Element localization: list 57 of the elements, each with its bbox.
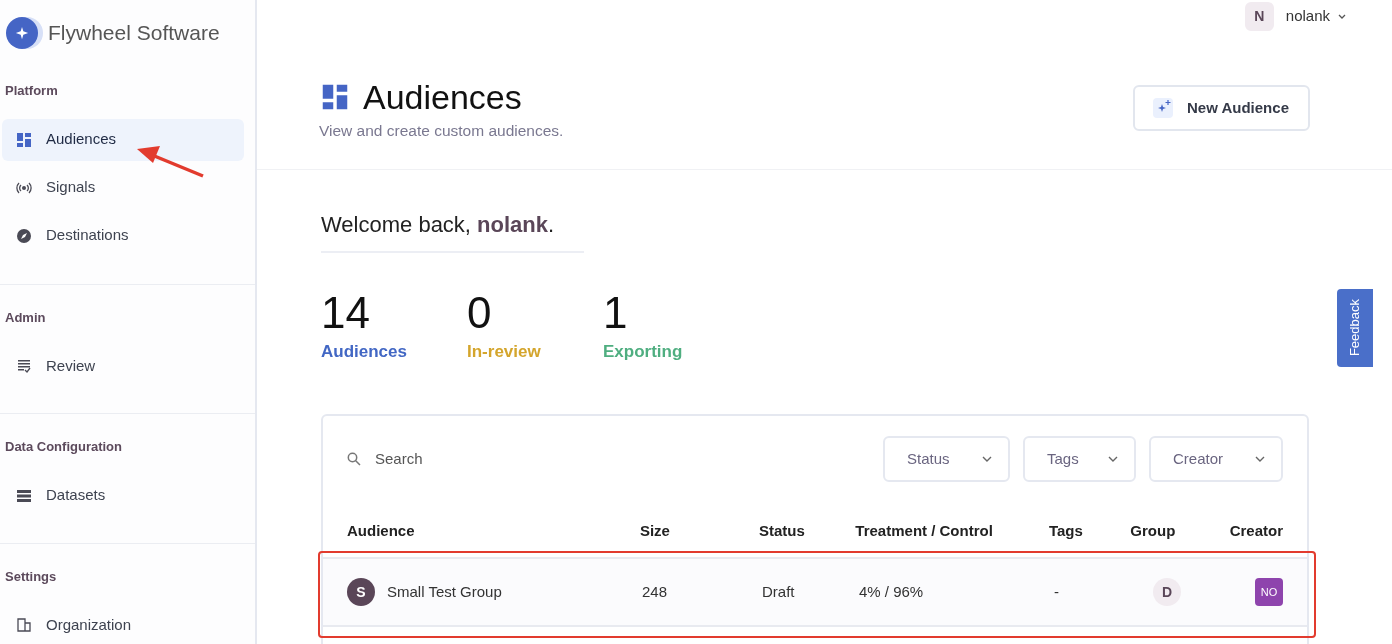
column-header: Creator (1229, 520, 1283, 541)
search-field[interactable]: Search (375, 447, 575, 471)
audience-name: Small Test Group (387, 581, 502, 602)
sidebar-item[interactable]: Review (2, 345, 244, 387)
chevron-down-icon (1108, 456, 1118, 462)
building-icon (16, 617, 32, 633)
grid-icon (16, 131, 32, 148)
welcome-message: Welcome back, nolank. (321, 211, 556, 239)
user-menu[interactable]: nolank (1285, 5, 1346, 28)
rows-icon (16, 487, 32, 504)
audience-avatar: S (347, 578, 375, 606)
search-icon (347, 452, 361, 466)
column-header: Group (1130, 520, 1177, 541)
table-cell: 4% / 96% (859, 582, 924, 600)
table-cell: - (1054, 582, 1059, 600)
section-heading: Data Configuration (4, 438, 123, 456)
checklist-icon (16, 358, 32, 374)
sparkle-icon (1153, 98, 1173, 118)
column-header: Size (639, 520, 671, 541)
filter-dropdown[interactable]: Status (883, 436, 1010, 482)
table-cell: Draft (762, 582, 795, 600)
sidebar-item[interactable]: Signals (2, 166, 244, 209)
table-cell: 248 (642, 582, 668, 600)
column-header: Status (759, 520, 806, 541)
feedback-tab[interactable]: Feedback (1337, 289, 1373, 367)
sidebar-item[interactable]: Destinations (2, 214, 244, 257)
table-row[interactable]: S Small Test Group 248 Draft 4% / 96% - D NO (323, 557, 1307, 627)
chevron-down-icon (1255, 456, 1265, 462)
filter-dropdown[interactable]: Creator (1149, 436, 1283, 482)
grid-icon (321, 83, 349, 111)
stat-label: In-review (467, 341, 542, 363)
compass-icon (16, 227, 32, 244)
brand-name: Flywheel Software (48, 20, 220, 47)
column-header: Treatment / Control (855, 520, 994, 541)
new-audience-button[interactable]: New Audience (1133, 85, 1310, 131)
section-heading: Platform (4, 82, 59, 100)
page-subtitle: View and create custom audiences. (319, 121, 564, 141)
stat-value: 14 (321, 291, 371, 335)
column-header: Audience (347, 520, 416, 541)
sidebar-item[interactable]: Audiences (2, 118, 244, 161)
stat-label: Exporting (603, 341, 684, 363)
stat-label: Audiences (321, 341, 408, 363)
annotation-arrow (136, 143, 206, 179)
creator-badge: NO (1255, 578, 1283, 606)
user-avatar: N (1244, 2, 1274, 31)
chevron-down-icon (1338, 13, 1346, 20)
page-title: Audiences (363, 78, 522, 116)
sidebar-item[interactable]: Organization (2, 604, 244, 644)
filter-dropdown[interactable]: Tags (1023, 436, 1136, 482)
sidebar-item[interactable]: Datasets (2, 474, 244, 517)
section-heading: Settings (4, 567, 58, 586)
stat-value: 0 (467, 291, 493, 335)
stat-value: 1 (603, 291, 629, 335)
section-heading: Admin (4, 308, 47, 327)
group-avatar: D (1153, 578, 1181, 606)
chevron-down-icon (982, 456, 992, 462)
column-header: Tags (1048, 520, 1084, 541)
